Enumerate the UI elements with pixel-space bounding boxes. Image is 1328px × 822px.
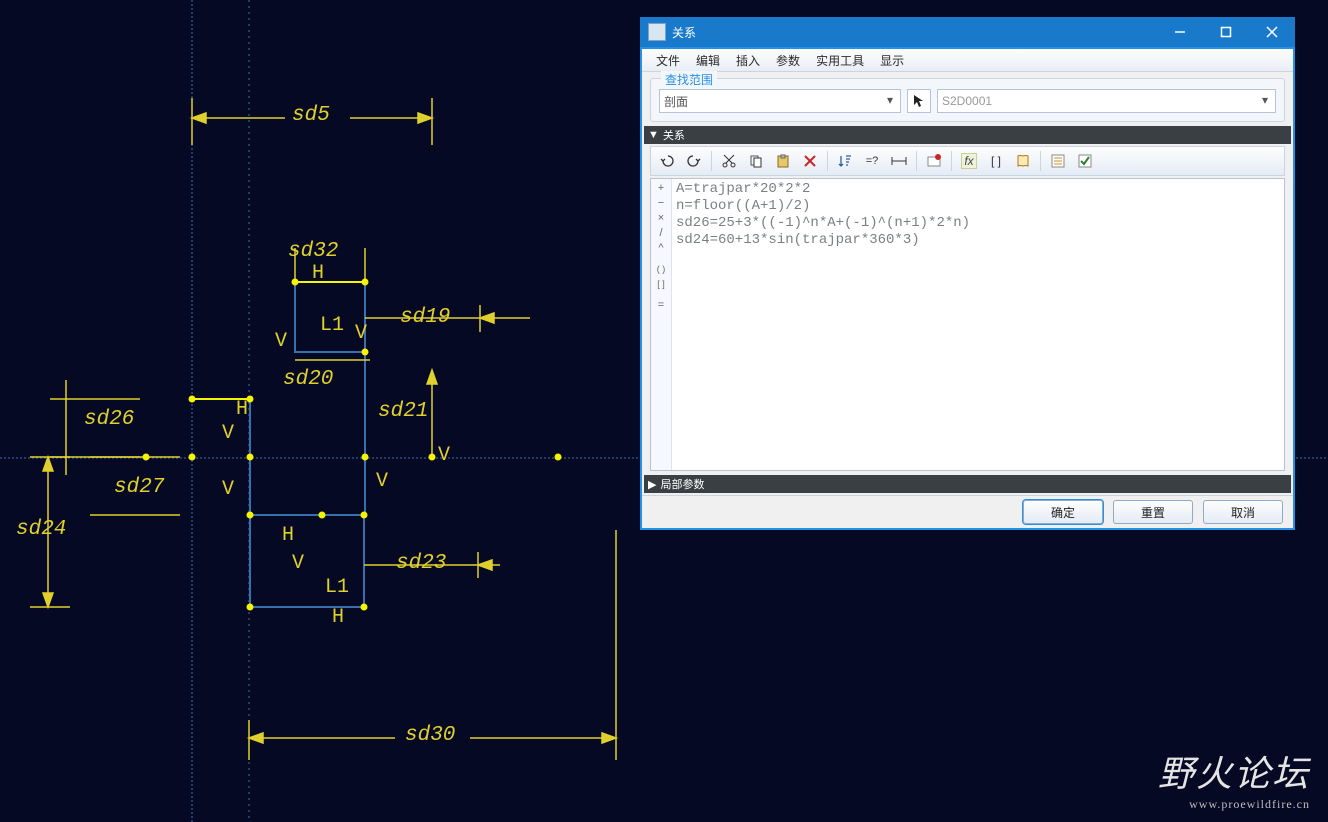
relations-editor: + − × / ^ ( ) [ ] = A=trajpar*20*2*2 n=f…: [650, 178, 1285, 471]
sketch-geom: [250, 282, 365, 607]
code-textarea[interactable]: A=trajpar*20*2*2 n=floor((A+1)/2) sd26=2…: [672, 179, 1284, 470]
undo-button[interactable]: [655, 149, 679, 173]
paste-icon: [775, 153, 791, 169]
fx-icon: fx: [961, 153, 976, 169]
relations-dialog: 关系 文件 编辑 插入 参数 实用工具 显示 查找范围 剖面 ▾: [640, 17, 1295, 530]
cursor-icon: [913, 94, 925, 108]
op-paren[interactable]: ( ): [651, 262, 671, 277]
menu-edit[interactable]: 编辑: [688, 52, 728, 69]
separator: [711, 151, 712, 171]
op-plus[interactable]: +: [651, 181, 671, 196]
titlebar[interactable]: 关系: [640, 17, 1295, 47]
menu-params[interactable]: 参数: [768, 52, 808, 69]
book-icon: [1015, 153, 1031, 169]
redo-button[interactable]: [682, 149, 706, 173]
op-times[interactable]: ×: [651, 211, 671, 226]
close-button[interactable]: [1249, 17, 1295, 47]
scissors-icon: [721, 153, 737, 169]
minimize-button[interactable]: [1157, 17, 1203, 47]
dimension-icon: [891, 155, 907, 167]
scope-group: 查找范围 剖面 ▾ S2D0001 ▾: [650, 78, 1285, 122]
window-title: 关系: [672, 24, 1157, 41]
section-relations[interactable]: ▼ 关系: [644, 126, 1291, 144]
toolbar: =? fx [ ]: [650, 146, 1285, 176]
redo-icon: [686, 153, 702, 169]
separator: [827, 151, 828, 171]
verify-button[interactable]: =?: [860, 149, 884, 173]
x-icon: [803, 154, 817, 168]
op-slash[interactable]: /: [651, 226, 671, 241]
equals-question-icon: =?: [866, 155, 879, 167]
triangle-right-icon: ▶: [648, 478, 656, 491]
copy-button[interactable]: [744, 149, 768, 173]
separator: [916, 151, 917, 171]
paste-button[interactable]: [771, 149, 795, 173]
button-bar: 确定 重置 取消: [642, 495, 1293, 528]
sort-button[interactable]: [833, 149, 857, 173]
units-button[interactable]: [922, 149, 946, 173]
reset-button[interactable]: 重置: [1113, 500, 1193, 524]
dim-leaders: [30, 98, 616, 760]
check-icon: [1077, 153, 1093, 169]
sketch-geom-hl: [192, 282, 365, 399]
separator: [1040, 151, 1041, 171]
scope-legend: 查找范围: [661, 71, 717, 88]
separator: [951, 151, 952, 171]
section-local[interactable]: ▶ 局部参数: [644, 475, 1291, 493]
op-brack[interactable]: [ ]: [651, 277, 671, 292]
ok-button[interactable]: 确定: [1023, 500, 1103, 524]
undo-icon: [659, 153, 675, 169]
check-button[interactable]: [1073, 149, 1097, 173]
scope-type-combo[interactable]: 剖面 ▾: [659, 89, 901, 113]
list-button[interactable]: [1046, 149, 1070, 173]
menu-tools[interactable]: 实用工具: [808, 52, 872, 69]
triangle-down-icon: ▼: [648, 129, 659, 141]
op-caret[interactable]: ^: [651, 241, 671, 256]
pick-button[interactable]: [907, 89, 931, 113]
chevron-down-icon: ▾: [1257, 92, 1273, 108]
op-eq[interactable]: =: [651, 298, 671, 313]
maximize-button[interactable]: [1203, 17, 1249, 47]
scope-id-combo[interactable]: S2D0001 ▾: [937, 89, 1276, 113]
scope-id-value: S2D0001: [942, 94, 992, 108]
menubar: 文件 编辑 插入 参数 实用工具 显示: [642, 49, 1293, 72]
section-relations-label: 关系: [663, 127, 685, 143]
units-icon: [926, 153, 942, 169]
sort-icon: [837, 153, 853, 169]
function-button[interactable]: fx: [957, 149, 981, 173]
cancel-button[interactable]: 取消: [1203, 500, 1283, 524]
measure-button[interactable]: [887, 149, 911, 173]
brackets-icon: [ ]: [991, 154, 1001, 168]
book-button[interactable]: [1011, 149, 1035, 173]
app-icon: [648, 23, 666, 41]
copy-icon: [748, 153, 764, 169]
menu-insert[interactable]: 插入: [728, 52, 768, 69]
brackets-button[interactable]: [ ]: [984, 149, 1008, 173]
op-minus[interactable]: −: [651, 196, 671, 211]
list-icon: [1050, 153, 1066, 169]
chevron-down-icon: ▾: [882, 92, 898, 108]
operator-gutter: + − × / ^ ( ) [ ] =: [651, 179, 672, 470]
cut-button[interactable]: [717, 149, 741, 173]
sketch-points: [143, 279, 561, 610]
delete-button[interactable]: [798, 149, 822, 173]
dialog-client: 文件 编辑 插入 参数 实用工具 显示 查找范围 剖面 ▾ S2D0001 ▾: [642, 49, 1293, 528]
menu-show[interactable]: 显示: [872, 52, 912, 69]
section-local-label: 局部参数: [660, 476, 704, 492]
menu-file[interactable]: 文件: [648, 52, 688, 69]
scope-type-value: 剖面: [664, 93, 688, 110]
